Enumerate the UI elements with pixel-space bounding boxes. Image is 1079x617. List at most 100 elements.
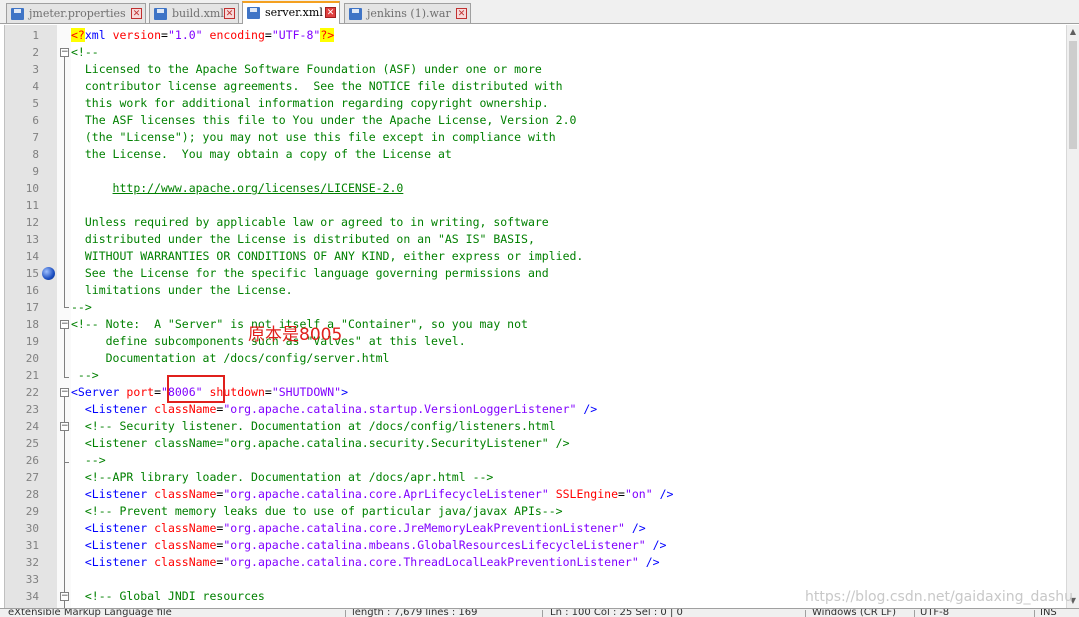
line-code: <Listener className="org.apache.catalina… bbox=[71, 435, 570, 452]
code-token: (the "License"); you may not use this fi… bbox=[71, 130, 556, 144]
code-line[interactable]: 24 <!-- Security listener. Documentation… bbox=[5, 418, 1067, 435]
line-number: 15 bbox=[25, 267, 39, 280]
code-token: <Listener bbox=[71, 402, 155, 416]
code-token: className bbox=[154, 402, 217, 416]
line-code: --> bbox=[71, 299, 92, 316]
status-position: Ln : 100 Col : 25 Sel : 0 | 0 bbox=[550, 608, 683, 617]
code-line[interactable]: 30 <Listener className="org.apache.catal… bbox=[5, 520, 1067, 537]
code-token: "org.apache.catalina.mbeans.GlobalResour… bbox=[223, 538, 646, 552]
line-code: See the License for the specific languag… bbox=[71, 265, 549, 282]
line-number: 3 bbox=[32, 63, 39, 76]
line-code: contributor license agreements. See the … bbox=[71, 78, 563, 95]
tab-jmeter-properties[interactable]: jmeter.properties ✕ bbox=[6, 3, 146, 23]
code-line[interactable]: 16 limitations under the License. bbox=[5, 282, 1067, 299]
code-line[interactable]: 33 bbox=[5, 571, 1067, 588]
code-line[interactable]: 13 distributed under the License is dist… bbox=[5, 231, 1067, 248]
code-line[interactable]: 15 See the License for the specific lang… bbox=[5, 265, 1067, 282]
code-token: /> bbox=[624, 521, 646, 535]
code-token: version bbox=[112, 28, 162, 42]
close-icon[interactable]: ✕ bbox=[325, 7, 336, 18]
close-icon[interactable]: ✕ bbox=[131, 8, 142, 19]
code-token: port bbox=[126, 385, 155, 399]
code-line[interactable]: 1 <?xml version="1.0" encoding="UTF-8"?> bbox=[5, 27, 1067, 44]
code-token: <? bbox=[71, 28, 85, 42]
code-line[interactable]: 4 contributor license agreements. See th… bbox=[5, 78, 1067, 95]
code-token: /> bbox=[576, 402, 598, 416]
code-token: "org.apache.catalina.core.JreMemoryLeakP… bbox=[223, 521, 625, 535]
close-icon[interactable]: ✕ bbox=[224, 8, 235, 19]
code-line[interactable]: 3 Licensed to the Apache Software Founda… bbox=[5, 61, 1067, 78]
code-line[interactable]: 20 Documentation at /docs/config/server.… bbox=[5, 350, 1067, 367]
line-code: <!-- Prevent memory leaks due to use of … bbox=[71, 503, 563, 520]
line-code: WITHOUT WARRANTIES OR CONDITIONS OF ANY … bbox=[71, 248, 584, 265]
code-token: --> bbox=[71, 368, 99, 382]
status-length: length : 7,679 lines : 169 bbox=[352, 608, 478, 617]
code-line[interactable]: 8 the License. You may obtain a copy of … bbox=[5, 146, 1067, 163]
line-number: 22 bbox=[25, 386, 39, 399]
code-token: Unless required by applicable law or agr… bbox=[71, 215, 549, 229]
code-token: = bbox=[264, 28, 272, 42]
code-line[interactable]: 25 <Listener className="org.apache.catal… bbox=[5, 435, 1067, 452]
code-token: className bbox=[154, 487, 217, 501]
code-line[interactable]: 17 --> bbox=[5, 299, 1067, 316]
line-code: The ASF licenses this file to You under … bbox=[71, 112, 577, 129]
code-line[interactable]: 6 The ASF licenses this file to You unde… bbox=[5, 112, 1067, 129]
line-number: 21 bbox=[25, 369, 39, 382]
code-token: "on" bbox=[624, 487, 653, 501]
code-line[interactable]: 21 --> bbox=[5, 367, 1067, 384]
line-number: 14 bbox=[25, 250, 39, 263]
code-token: <Listener bbox=[71, 521, 155, 535]
line-number: 18 bbox=[25, 318, 39, 331]
scroll-thumb[interactable] bbox=[1069, 41, 1077, 149]
code-line[interactable]: 5 this work for additional information r… bbox=[5, 95, 1067, 112]
code-editor[interactable]: − − − − − 1 <?xml version="1.0" encoding=… bbox=[4, 25, 1067, 608]
tab-build-xml[interactable]: build.xml ✕ bbox=[149, 3, 239, 23]
code-line[interactable]: 7 (the "License"); you may not use this … bbox=[5, 129, 1067, 146]
code-token: className bbox=[154, 555, 217, 569]
code-line[interactable]: 14 WITHOUT WARRANTIES OR CONDITIONS OF A… bbox=[5, 248, 1067, 265]
code-line[interactable]: 29 <!-- Prevent memory leaks due to use … bbox=[5, 503, 1067, 520]
code-line[interactable]: 32 <Listener className="org.apache.catal… bbox=[5, 554, 1067, 571]
code-line[interactable]: 27 <!--APR library loader. Documentation… bbox=[5, 469, 1067, 486]
line-number: 12 bbox=[25, 216, 39, 229]
line-number: 29 bbox=[25, 505, 39, 518]
vertical-scrollbar[interactable]: ▲ ▼ bbox=[1066, 25, 1079, 608]
code-line[interactable]: 9 bbox=[5, 163, 1067, 180]
code-token: "org.apache.catalina.core.AprLifecycleLi… bbox=[223, 487, 549, 501]
line-code: this work for additional information reg… bbox=[71, 95, 549, 112]
code-line[interactable]: 12 Unless required by applicable law or … bbox=[5, 214, 1067, 231]
tab-label: build.xml bbox=[172, 7, 224, 20]
tab-server-xml[interactable]: server.xml ✕ bbox=[242, 1, 340, 24]
code-line[interactable]: 19 define subcomponents such as "Valves"… bbox=[5, 333, 1067, 350]
code-token: = bbox=[154, 385, 162, 399]
code-token: this work for additional information reg… bbox=[71, 96, 549, 110]
tab-bar: jmeter.properties ✕ build.xml ✕ server.x… bbox=[0, 0, 1079, 24]
code-token: <!--APR library loader. Documentation at… bbox=[71, 470, 494, 484]
scroll-up-icon[interactable]: ▲ bbox=[1067, 25, 1079, 39]
line-number: 28 bbox=[25, 488, 39, 501]
save-disk-icon bbox=[154, 8, 167, 20]
tab-label: server.xml bbox=[265, 6, 323, 19]
watermark: https://blog.csdn.net/gaidaxing_dashu bbox=[805, 589, 1074, 605]
line-number: 10 bbox=[25, 182, 39, 195]
line-number: 26 bbox=[25, 454, 39, 467]
code-line[interactable]: 28 <Listener className = "org.apache.catal… bbox=[5, 486, 1067, 503]
tab-jenkins-war[interactable]: jenkins (1).war ✕ bbox=[344, 3, 471, 23]
status-eol: Windows (CR LF) bbox=[812, 608, 897, 617]
code-line[interactable]: 26 --> bbox=[5, 452, 1067, 469]
code-token: contributor license agreements. See the … bbox=[71, 79, 563, 93]
code-token: SSLEngine bbox=[548, 487, 619, 501]
code-line[interactable]: 2 <!-- bbox=[5, 44, 1067, 61]
code-line[interactable]: 22 <Server port="8006" shutdown="SHUTDOWN… bbox=[5, 384, 1067, 401]
license-link[interactable]: http://www.apache.org/licenses/LICENSE-2… bbox=[113, 181, 404, 195]
code-line[interactable]: 18 <!-- Note: A "Server" is not itself a … bbox=[5, 316, 1067, 333]
code-line[interactable]: 10 http://www.apache.org/licenses/LICENS… bbox=[5, 180, 1067, 197]
code-line[interactable]: 11 bbox=[5, 197, 1067, 214]
code-line[interactable]: 31 <Listener className="org.apache.catal… bbox=[5, 537, 1067, 554]
line-number: 8 bbox=[32, 148, 39, 161]
close-icon[interactable]: ✕ bbox=[456, 8, 467, 19]
code-token: xml bbox=[84, 28, 113, 42]
line-number: 16 bbox=[25, 284, 39, 297]
code-line[interactable]: 23 <Listener className="org.apache.catal… bbox=[5, 401, 1067, 418]
line-code: <Listener className="org.apache.catalina… bbox=[71, 520, 646, 537]
